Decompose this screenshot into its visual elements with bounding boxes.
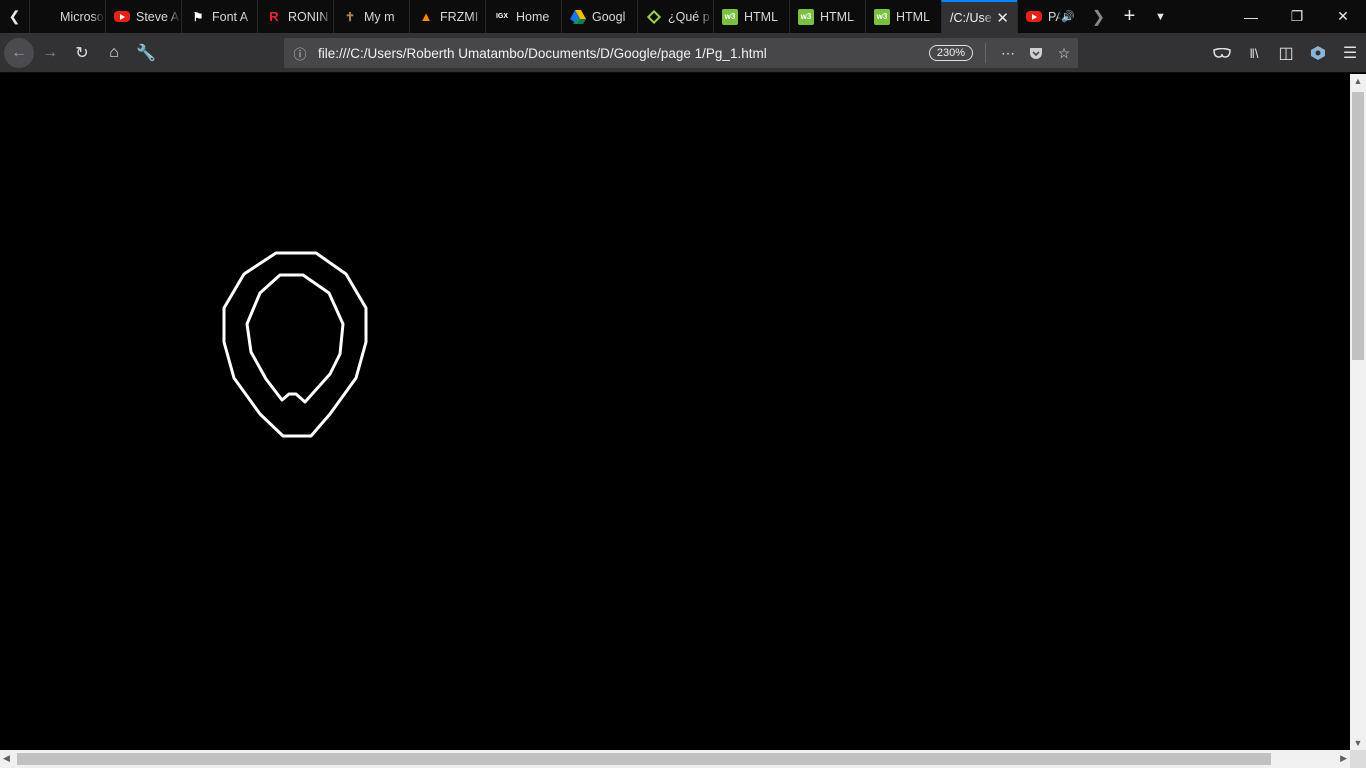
google-drive-icon [570,9,586,25]
page-content [0,74,1350,750]
url-text[interactable]: file:///C:/Users/Roberth Umatambo/Docume… [314,46,929,61]
tab-title: My m [364,9,395,24]
tab-html-2[interactable]: w3 HTML [789,0,865,33]
speaker-icon[interactable]: 🔊 [1061,10,1075,23]
tab-html-3[interactable]: w3 HTML [865,0,941,33]
horizontal-scrollbar[interactable]: ◀ ▶ [0,750,1350,768]
reload-icon[interactable]: ↻ [66,37,98,69]
diamond-icon [646,9,662,25]
youtube-icon [1026,11,1042,22]
tab-active-file[interactable]: /C:/Use ✕ [941,0,1017,33]
tab-home[interactable]: IGX Home [485,0,561,33]
fire-icon: ▲ [419,9,433,24]
tab-font[interactable]: ⚑ Font A [181,0,257,33]
forward-icon[interactable]: → [34,37,66,69]
tab-title: PA [1048,9,1061,24]
sidebar-icon[interactable]: ◫ [1270,37,1302,69]
tab-my[interactable]: ✝ My m [333,0,409,33]
browser-window: ❮ Microsoft Steve A ⚑ Font A R RONIN ✝ M… [0,0,1366,768]
tab-title: HTML [744,9,779,24]
tab-title: HTML [820,9,855,24]
scroll-up-icon[interactable]: ▲ [1350,76,1366,86]
tab-title: RONIN [288,9,329,24]
page-actions-icon[interactable]: ⋯ [994,45,1022,62]
url-bar-separator [985,43,986,63]
tab-title: /C:/Use [950,10,992,25]
tab-list: Microsoft Steve A ⚑ Font A R RONIN ✝ My … [29,0,1083,33]
bookmark-star-icon[interactable]: ☆ [1050,45,1078,62]
tab-ronin[interactable]: R RONIN [257,0,333,33]
scroll-down-icon[interactable]: ▼ [1350,738,1366,748]
tab-que[interactable]: ¿Qué p [637,0,713,33]
scroll-right-icon[interactable]: ▶ [1340,753,1347,764]
inner-outline [245,273,345,404]
outlined-head-shape [222,251,368,438]
wrench-icon[interactable]: 🔧 [130,37,162,69]
home-icon[interactable]: ⌂ [98,37,130,69]
outer-outline [222,251,368,438]
tab-title: ¿Qué p [668,9,710,24]
tab-microsoft[interactable]: Microsoft [29,0,105,33]
scrollbar-corner [1350,750,1366,768]
tab-html-1[interactable]: w3 HTML [713,0,789,33]
figure-icon: ✝ [344,9,356,24]
private-mask-icon[interactable] [1206,37,1238,69]
scroll-left-icon[interactable]: ◀ [3,753,10,764]
library-icon[interactable]: ‖\ [1238,37,1270,69]
horizontal-scroll-thumb[interactable] [17,753,1271,765]
extension-eye-icon[interactable] [1302,37,1334,69]
w3schools-icon: w3 [874,8,890,25]
tab-google[interactable]: Googl [561,0,637,33]
back-icon[interactable]: ← [4,37,34,68]
youtube-icon [114,11,130,22]
list-tabs-icon[interactable]: ▼ [1145,0,1176,33]
tab-steve[interactable]: Steve A [105,0,181,33]
tab-frzm[interactable]: ▲ FRZMI [409,0,485,33]
info-icon[interactable]: ⓘ [286,44,314,63]
tab-strip: ❮ Microsoft Steve A ⚑ Font A R RONIN ✝ M… [0,0,1366,33]
tab-title: Font A [212,9,249,24]
tab-title: Googl [592,9,626,24]
toolbar-right: ‖\ ◫ ☰ [1206,33,1366,73]
pocket-icon[interactable] [1022,47,1050,60]
window-controls: — ❐ ✕ [1228,0,1366,33]
ronin-icon: R [269,9,279,24]
minimize-icon[interactable]: — [1228,0,1274,33]
restore-icon[interactable]: ❐ [1274,0,1320,33]
scroll-tabs-left-icon[interactable]: ❮ [0,0,29,33]
flag-icon: ⚑ [192,9,204,24]
igx-icon: IGX [495,13,509,20]
zoom-indicator[interactable]: 230% [928,45,973,61]
scroll-tabs-right-icon[interactable]: ❯ [1083,0,1114,33]
drawing-canvas [222,251,368,438]
w3schools-icon: w3 [798,8,814,25]
tab-title: Microsoft [60,9,105,24]
microsoft-icon [38,9,54,25]
menu-hamburger-icon[interactable]: ☰ [1334,37,1366,69]
tab-strip-controls: ❯ + ▼ [1083,0,1176,33]
url-bar[interactable]: ⓘ file:///C:/Users/Roberth Umatambo/Docu… [284,38,1078,68]
tab-title: Home [516,9,550,24]
tab-pa[interactable]: PA 🔊 [1017,0,1083,33]
navigation-toolbar: ← → ↻ ⌂ 🔧 ⓘ file:///C:/Users/Roberth Uma… [0,33,1366,73]
tab-title: Steve A [136,9,180,24]
tab-title: HTML [896,9,931,24]
vertical-scrollbar[interactable]: ▲ ▼ [1350,74,1366,750]
close-tab-icon[interactable]: ✕ [996,9,1009,27]
close-window-icon[interactable]: ✕ [1320,0,1366,33]
w3schools-icon: w3 [722,8,738,25]
new-tab-icon[interactable]: + [1114,0,1145,33]
tab-title: FRZMI [440,9,479,24]
vertical-scroll-thumb[interactable] [1352,92,1364,360]
